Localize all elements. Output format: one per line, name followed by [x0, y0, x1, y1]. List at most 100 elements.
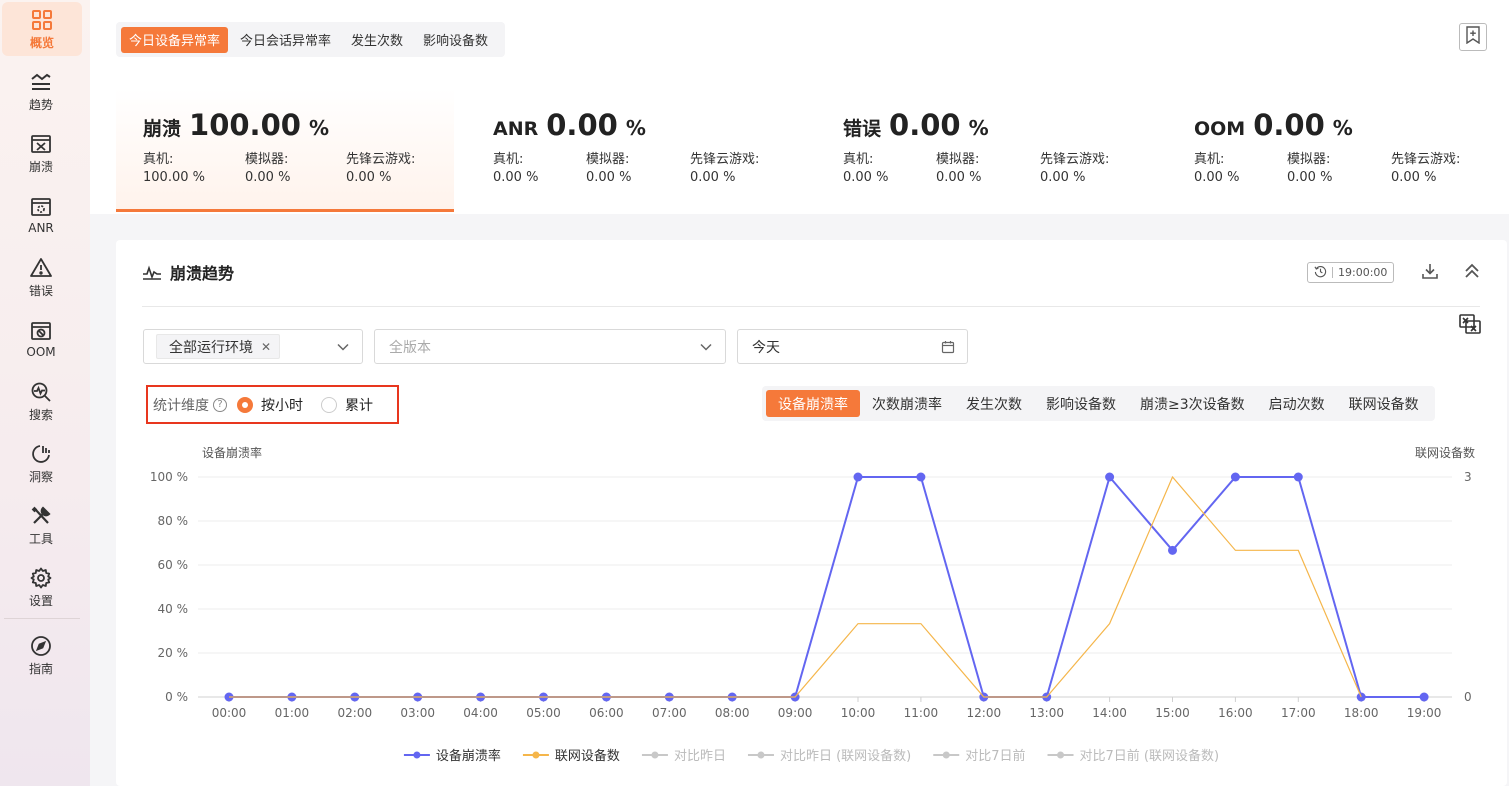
sidebar-item-label: ANR [28, 221, 54, 235]
trend-chart: 设备崩溃率 联网设备数0 %20 %40 %60 %80 %100 %0300:0… [150, 445, 1475, 764]
data-point [853, 472, 863, 482]
insight-chart-icon [29, 442, 53, 466]
legend-marker-dot [413, 751, 421, 759]
data-point [1419, 692, 1429, 702]
trend-icon [29, 70, 53, 94]
sidebar-item-tools[interactable]: 工具 [0, 498, 82, 552]
x-tick-label: 18:00 [1344, 706, 1379, 720]
metric-name: 崩溃 [143, 118, 182, 140]
x-tick-label: 09:00 [778, 706, 813, 720]
x-tick-label: 01:00 [275, 706, 310, 720]
x-tick-label: 05:00 [526, 706, 561, 720]
legend-marker-dot [651, 751, 659, 759]
x-tick-label: 08:00 [715, 706, 750, 720]
sidebar-item-error[interactable]: 错误 [0, 250, 82, 304]
legend-item[interactable]: 对比7日前 (联网设备数) [1080, 748, 1220, 764]
data-point [1168, 545, 1177, 555]
metric-unit: % [308, 116, 329, 140]
metric-sub-emulator: 模拟器: 0.00 % [936, 152, 982, 185]
sidebar-item-oom[interactable]: OOM [0, 312, 82, 366]
metric-value: 0.00 [1253, 108, 1325, 142]
sidebar-item-crash[interactable]: 崩溃 [0, 126, 82, 180]
bookmark-button[interactable] [1459, 23, 1487, 51]
data-point [1105, 472, 1115, 482]
metric-sub-emulator: 模拟器: 0.00 % [245, 152, 291, 185]
metric-sub-cloud-game: 先锋云游戏: 0.00 % [1391, 152, 1461, 185]
grid-icon [30, 8, 54, 32]
x-tick-label: 13:00 [1029, 706, 1064, 720]
metric-unit: % [1332, 116, 1353, 140]
legend-item[interactable]: 设备崩溃率 [436, 748, 501, 764]
data-point [1230, 472, 1240, 482]
x-tick-label: 19:00 [1407, 706, 1442, 720]
metric-name: ANR [493, 118, 539, 140]
metric-sub-cloud-game: 先锋云游戏: 0.00 % [1040, 152, 1110, 185]
legend-item[interactable]: 对比昨日 (联网设备数) [780, 748, 911, 764]
metric-unit: % [625, 116, 646, 140]
sidebar-item-search[interactable]: 搜索 [0, 374, 82, 428]
metric-anr[interactable]: ANR 0.00 % 真机: 0.00 % 模拟器: 0.00 % 先锋云游戏: 0.… [466, 88, 804, 212]
x-tick-label: 02:00 [338, 706, 373, 720]
tab-session-exception-rate[interactable]: 今日会话异常率 [232, 27, 339, 53]
sidebar-item-trend[interactable]: 趋势 [0, 64, 82, 118]
sidebar-item-label: 错误 [28, 283, 53, 298]
legend-marker-dot [532, 751, 540, 759]
overview-card: 今日设备异常率 今日会话异常率 发生次数 影响设备数 崩溃 100.00 % 真… [90, 0, 1509, 214]
sidebar-item-anr[interactable]: ANR [0, 188, 82, 242]
metric-sub-real: 真机: 0.00 % [1194, 152, 1240, 185]
legend-marker-dot [1057, 751, 1065, 759]
metric-crash[interactable]: 崩溃 100.00 % 真机: 100.00 % 模拟器: 0.00 % 先锋云游戏… [116, 88, 454, 212]
sidebar-divider [4, 618, 80, 619]
x-tick-label: 00:00 [212, 706, 247, 720]
metric-sub-real: 真机: 0.00 % [843, 152, 889, 185]
legend-item[interactable]: 对比7日前 [965, 748, 1025, 764]
trend-card: 崩溃趋势 19:00:00 全部运行环境 ✕ 全版本 今天 统计维度 ? 按小时… [116, 240, 1507, 786]
metric-value: 0.00 [889, 108, 961, 142]
metric-oom[interactable]: OOM 0.00 % 真机: 0.00 % 模拟器: 0.00 % 先锋云游戏: 0.… [1167, 88, 1505, 212]
oom-window-icon [29, 319, 53, 343]
x-tick-label: 16:00 [1218, 706, 1253, 720]
legend-item[interactable]: 对比昨日 [674, 749, 726, 764]
metric-value: 100.00 [189, 108, 301, 142]
y-tick-label: 0 % [165, 690, 188, 704]
metric-error[interactable]: 错误 0.00 % 真机: 0.00 % 模拟器: 0.00 % 先锋云游戏: 0.0… [816, 88, 1154, 212]
y2-tick-label: 0 [1464, 690, 1472, 704]
sidebar-item-guide[interactable]: 指南 [0, 628, 82, 682]
sidebar-item-label: 指南 [28, 661, 53, 676]
bookmark-add-icon [1465, 26, 1481, 48]
legend-item[interactable]: 联网设备数 [555, 748, 620, 764]
x-tick-label: 12:00 [967, 706, 1002, 720]
sidebar-item-label: 概览 [29, 35, 54, 50]
sidebar-item-insight[interactable]: 洞察 [0, 436, 82, 490]
sidebar-item-label: OOM [26, 345, 56, 359]
sidebar-item-label: 设置 [28, 593, 53, 608]
x-tick-label: 17:00 [1281, 706, 1316, 720]
y2-tick-label: 3 [1464, 470, 1472, 484]
sidebar-item-label: 崩溃 [28, 159, 53, 174]
tab-occurrences[interactable]: 发生次数 [343, 27, 411, 53]
metric-sub-cloud-game: 先锋云游戏: 0.00 % [346, 152, 416, 185]
overview-tabs: 今日设备异常率 今日会话异常率 发生次数 影响设备数 [116, 22, 506, 57]
y-tick-label: 100 % [150, 470, 188, 484]
metric-sub-emulator: 模拟器: 0.00 % [586, 152, 632, 185]
metric-sub-emulator: 模拟器: 0.00 % [1287, 152, 1333, 185]
series-line-crash-rate [229, 474, 1425, 698]
tab-device-exception-rate[interactable]: 今日设备异常率 [121, 26, 229, 53]
metric-name: 错误 [843, 118, 882, 140]
x-tick-label: 04:00 [463, 706, 498, 720]
x-tick-label: 15:00 [1155, 706, 1190, 720]
metric-sub-real: 真机: 100.00 % [143, 152, 205, 185]
compass-icon [29, 634, 53, 658]
x-tick-label: 07:00 [652, 706, 687, 720]
x-tick-label: 03:00 [400, 706, 435, 720]
tab-affected-devices[interactable]: 影响设备数 [415, 27, 496, 53]
sidebar-item-settings[interactable]: 设置 [0, 560, 82, 614]
legend-marker-dot [942, 751, 950, 759]
x-tick-label: 06:00 [589, 706, 624, 720]
x-tick-label: 11:00 [904, 706, 939, 720]
y-tick-label: 60 % [158, 558, 189, 572]
sidebar-item-overview[interactable]: 概览 [2, 2, 82, 56]
metric-sub-cloud-game: 先锋云游戏: 0.00 % [690, 152, 760, 185]
anr-window-icon [29, 195, 53, 219]
metric-unit: % [968, 116, 989, 140]
